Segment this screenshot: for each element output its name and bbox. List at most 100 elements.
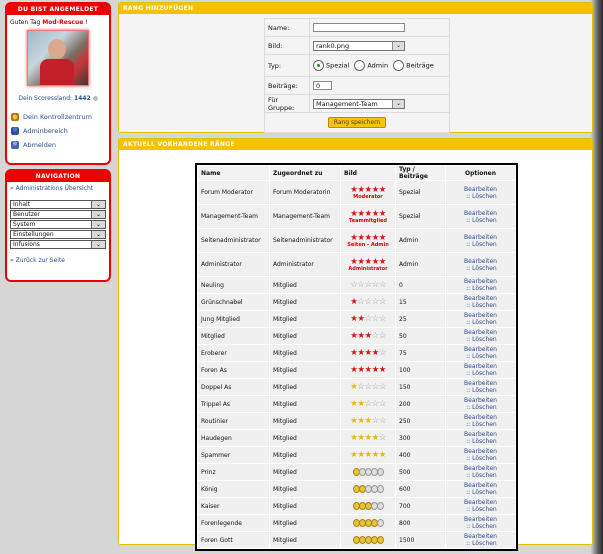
edit-link[interactable]: Bearbeiten <box>464 312 497 319</box>
name-input[interactable] <box>313 23 405 32</box>
type-radio-posts[interactable] <box>393 60 405 71</box>
delete-link[interactable]: Löschen <box>472 523 497 530</box>
admin-area-link-label[interactable]: Adminbereich <box>23 127 68 135</box>
logout-link[interactable]: Abmelden <box>7 139 109 151</box>
chevron-down-icon: ⌄ <box>91 241 105 248</box>
edit-link[interactable]: Bearbeiten <box>464 258 497 265</box>
edit-link[interactable]: Bearbeiten <box>464 499 497 506</box>
edit-link[interactable]: Bearbeiten <box>464 465 497 472</box>
delete-link[interactable]: Löschen <box>472 472 497 479</box>
edit-link[interactable]: Bearbeiten <box>464 363 497 370</box>
back-to-site-link[interactable]: » Zurück zur Seite <box>7 250 109 264</box>
edit-link[interactable]: Bearbeiten <box>464 448 497 455</box>
delete-link[interactable]: Löschen <box>472 241 497 248</box>
delete-link[interactable]: Löschen <box>472 404 497 411</box>
edit-link[interactable]: Bearbeiten <box>464 186 497 193</box>
rank-row: Spammer Mitglied ★★★★★ 400 Bearbeiten :: Lös… <box>198 447 515 463</box>
options-separator: :: <box>464 285 473 292</box>
name-cell <box>309 18 450 37</box>
delete-link[interactable]: Löschen <box>472 438 497 445</box>
edit-link[interactable]: Bearbeiten <box>464 516 497 523</box>
star-filled-icon: ★ <box>371 433 380 443</box>
rank-name: Eroberer <box>198 345 269 361</box>
delete-link[interactable]: Löschen <box>472 506 497 513</box>
delete-link[interactable]: Löschen <box>472 302 497 309</box>
chevron-down-icon: ⌄ <box>91 221 105 228</box>
nav-select-infusions[interactable]: Infusions ⌄ <box>10 240 106 249</box>
delete-link[interactable]: Löschen <box>472 265 497 272</box>
current-ranks-panel: AKTUELL VORHANDENE RÄNGE Name Zugeordnet… <box>118 138 593 551</box>
control-panel-link-label[interactable]: Dein Kontrollzentrum <box>23 113 92 121</box>
ranks-header-row: Name Zugeordnet zu Bild Typ / Beiträge O… <box>198 166 515 180</box>
options-separator: :: <box>464 302 473 309</box>
nav-select-content[interactable]: Inhalt ⌄ <box>10 200 106 209</box>
back-to-site-label[interactable]: Zurück zur Seite <box>16 257 65 264</box>
rank-stars-icon: ☆☆☆☆☆ <box>350 280 386 290</box>
rank-name: Management-Team <box>198 205 269 228</box>
image-select-value: rank0.png <box>316 41 350 50</box>
edit-link[interactable]: Bearbeiten <box>464 234 497 241</box>
type-radio-special[interactable] <box>313 60 324 71</box>
edit-link[interactable]: Bearbeiten <box>464 482 497 489</box>
edit-link[interactable]: Bearbeiten <box>464 414 497 421</box>
admin-overview-label[interactable]: Administrations Übersicht <box>16 185 94 192</box>
rank-coins-icon <box>353 485 384 493</box>
rank-stars-icon: ★★★★☆ <box>350 433 386 443</box>
star-empty-icon: ☆ <box>371 314 380 324</box>
rank-row: Forenlegende Mitglied 800 Bearbeiten :: Lös… <box>198 515 515 531</box>
options-separator: :: <box>464 264 473 272</box>
edit-link[interactable]: Bearbeiten <box>464 533 497 540</box>
rank-row: Routinier Mitglied ★★★☆☆ 250 Bearbeiten :: L… <box>198 413 515 429</box>
edit-link[interactable]: Bearbeiten <box>464 210 497 217</box>
rank-type: 150 <box>396 379 445 395</box>
star-empty-icon: ☆ <box>378 280 387 290</box>
delete-link[interactable]: Löschen <box>472 540 497 547</box>
edit-link[interactable]: Bearbeiten <box>464 397 497 404</box>
admin-overview-link[interactable]: » Administrations Übersicht <box>7 182 109 198</box>
edit-link[interactable]: Bearbeiten <box>464 329 497 336</box>
type-radio-admin[interactable] <box>354 60 366 71</box>
delete-link[interactable]: Löschen <box>472 319 497 326</box>
nav-select-system[interactable]: System ⌄ <box>10 220 106 229</box>
rank-image: ★★★★☆ <box>341 430 395 446</box>
star-empty-icon: ☆ <box>371 331 380 341</box>
delete-link[interactable]: Löschen <box>472 285 497 292</box>
rank-stars-icon: ★★★★★ <box>350 365 386 375</box>
nav-select-settings[interactable]: Einstellungen ⌄ <box>10 230 106 239</box>
rank-options: Bearbeiten :: Löschen <box>446 515 515 531</box>
delete-link[interactable]: Löschen <box>472 455 497 462</box>
rank-options: Bearbeiten :: Löschen <box>446 205 515 228</box>
rank-options: Bearbeiten :: Löschen <box>446 253 515 276</box>
posts-input[interactable]: 0 <box>313 81 332 90</box>
type-option-posts: Beiträge <box>406 61 434 70</box>
rank-row: Doppel As Mitglied ★☆☆☆☆ 150 Bearbeiten :: L… <box>198 379 515 395</box>
col-image: Bild <box>341 166 395 180</box>
star-filled-icon: ★ <box>378 365 387 375</box>
admin-area-link[interactable]: Adminbereich <box>7 125 109 137</box>
star-empty-icon: ☆ <box>371 399 380 409</box>
edit-link[interactable]: Bearbeiten <box>464 278 497 285</box>
rank-options: Bearbeiten :: Löschen <box>446 362 515 378</box>
delete-link[interactable]: Löschen <box>472 193 497 200</box>
rank-image-caption: Administrator <box>348 265 388 272</box>
delete-link[interactable]: Löschen <box>472 489 497 496</box>
delete-link[interactable]: Löschen <box>472 336 497 343</box>
delete-link[interactable]: Löschen <box>472 387 497 394</box>
image-select[interactable]: rank0.png ⌄ <box>313 40 405 51</box>
username[interactable]: Mod-Rescue <box>42 19 83 26</box>
control-panel-link[interactable]: Dein Kontrollzentrum <box>7 111 109 123</box>
rank-row: Foren Gott Mitglied 1500 Bearbeiten :: Lösc… <box>198 532 515 548</box>
score-value: 1442 <box>74 95 91 102</box>
logout-link-label[interactable]: Abmelden <box>23 141 56 149</box>
delete-link[interactable]: Löschen <box>472 217 497 224</box>
edit-link[interactable]: Bearbeiten <box>464 346 497 353</box>
delete-link[interactable]: Löschen <box>472 421 497 428</box>
delete-link[interactable]: Löschen <box>472 370 497 377</box>
edit-link[interactable]: Bearbeiten <box>464 295 497 302</box>
group-select[interactable]: Management-Team ⌄ <box>313 98 405 109</box>
save-rank-button[interactable]: Rang speichern <box>327 117 387 128</box>
nav-select-users[interactable]: Benutzer ⌄ <box>10 210 106 219</box>
edit-link[interactable]: Bearbeiten <box>464 431 497 438</box>
edit-link[interactable]: Bearbeiten <box>464 380 497 387</box>
delete-link[interactable]: Löschen <box>472 353 497 360</box>
